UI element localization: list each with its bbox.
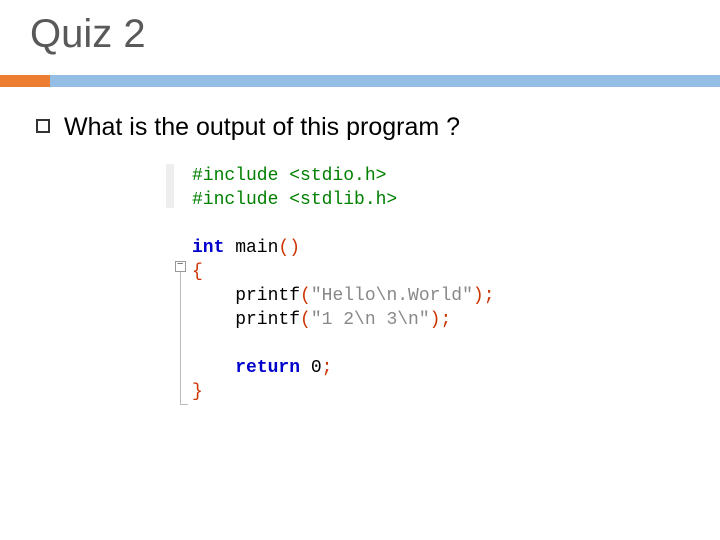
- code-token: ;: [484, 286, 495, 306]
- code-token: ): [473, 286, 484, 306]
- code-token: <stdlib.h>: [289, 190, 397, 210]
- code-gutter: [152, 164, 174, 404]
- code-token: (: [300, 286, 311, 306]
- title-divider: [0, 75, 720, 87]
- code-token: "Hello\n.World": [311, 286, 473, 306]
- fold-column: [174, 164, 192, 404]
- code-token: main: [224, 238, 278, 258]
- code-token: (): [278, 238, 300, 258]
- code-token: {: [192, 262, 203, 282]
- question-text: What is the output of this program ?: [64, 113, 460, 142]
- code-token: ;: [440, 310, 451, 330]
- code-text: #include <stdio.h> #include <stdlib.h> i…: [192, 164, 495, 404]
- code-token: (: [300, 310, 311, 330]
- code-token: <stdio.h>: [289, 166, 386, 186]
- code-token: printf: [192, 286, 300, 306]
- divider-bar: [50, 75, 720, 87]
- square-bullet-icon: [36, 119, 50, 133]
- code-token: #include: [192, 166, 289, 186]
- code-token: 0: [300, 358, 322, 378]
- question-row: What is the output of this program ?: [36, 113, 720, 142]
- code-token: return: [235, 358, 300, 378]
- code-token: printf: [192, 310, 300, 330]
- divider-accent: [0, 75, 50, 87]
- code-token: ): [430, 310, 441, 330]
- fold-toggle-icon: [175, 261, 186, 272]
- code-token: ;: [322, 358, 333, 378]
- code-token: "1 2\n 3\n": [311, 310, 430, 330]
- code-token: int: [192, 238, 224, 258]
- slide-title: Quiz 2: [0, 0, 720, 57]
- code-token: [192, 358, 235, 378]
- code-token: }: [192, 382, 203, 402]
- code-block: #include <stdio.h> #include <stdlib.h> i…: [152, 164, 720, 404]
- code-token: #include: [192, 190, 289, 210]
